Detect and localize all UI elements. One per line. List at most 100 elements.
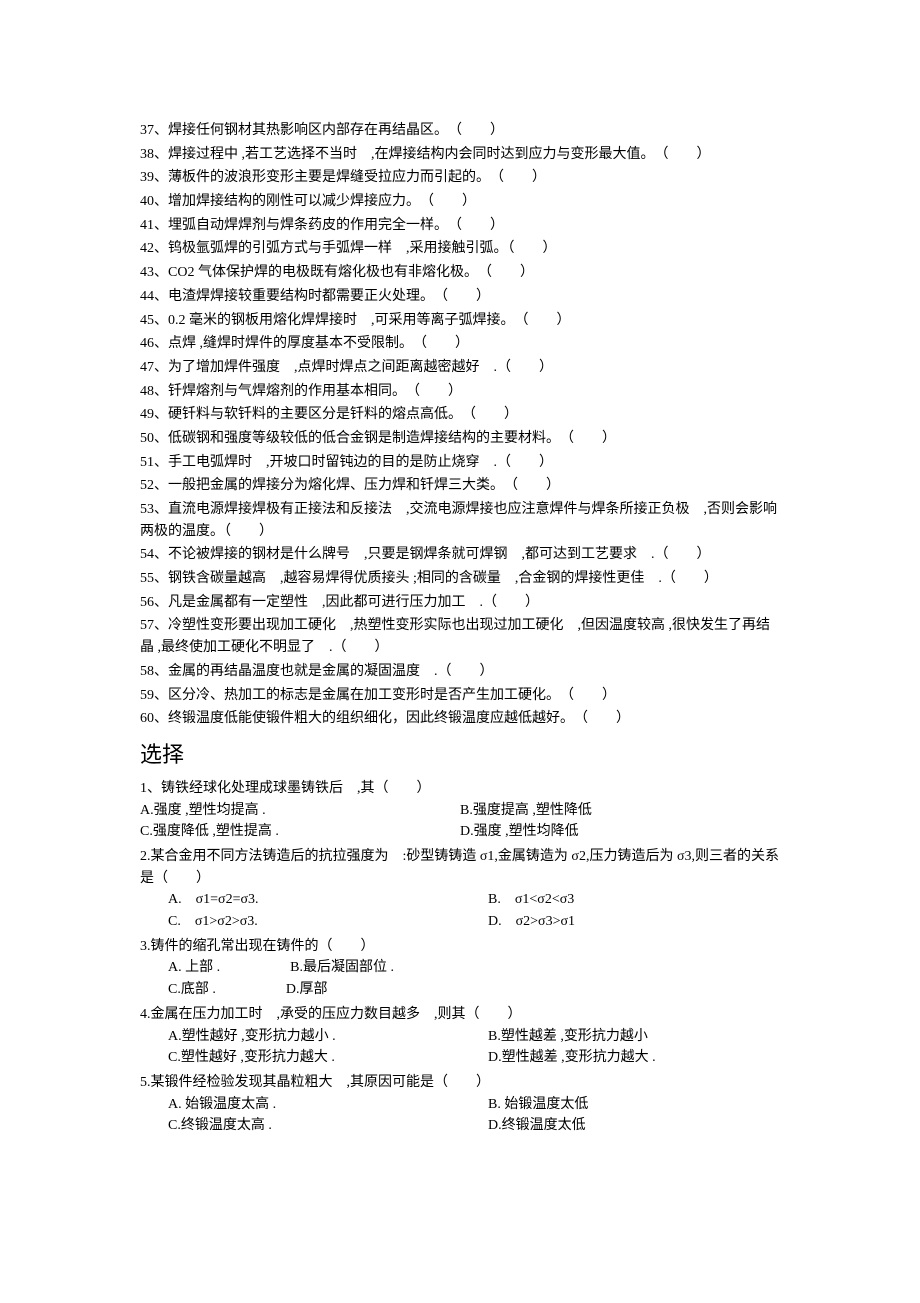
tf-item-sep: 、 <box>154 360 168 375</box>
mc-option: A. 始锻温度太高 . <box>140 1094 460 1116</box>
tf-item-text: 钎焊熔剂与气焊熔剂的作用基本相同。 （ ） <box>168 384 462 399</box>
tf-item: 49、硬钎料与软钎料的主要区分是钎料的熔点高低。 （ ） <box>140 404 780 426</box>
mc-options: A. 始锻温度太高 .B. 始锻温度太低C.终锻温度太高 .D.终锻温度太低 <box>140 1094 780 1137</box>
tf-item: 38、焊接过程中 ,若工艺选择不当时 ,在焊接结构内会同时达到应力与变形最大值。… <box>140 144 780 166</box>
tf-item-text: 区分冷、热加工的标志是金属在加工变形时是否产生加工硬化。 （ ） <box>168 688 616 703</box>
tf-item-sep: 、 <box>154 455 168 470</box>
mc-option: A. σ1=σ2=σ3. <box>140 889 460 911</box>
tf-item-sep: 、 <box>154 265 168 280</box>
tf-item-number: 55 <box>140 571 154 586</box>
tf-item: 58、金属的再结晶温度也就是金属的凝固温度 .（ ） <box>140 661 780 683</box>
tf-item-sep: 、 <box>154 711 168 726</box>
mc-option: B. 始锻温度太低 <box>460 1094 780 1116</box>
tf-item-text: 焊接过程中 ,若工艺选择不当时 ,在焊接结构内会同时达到应力与变形最大值。 （ … <box>168 147 711 162</box>
tf-item-text: 不论被焊接的钢材是什么牌号 ,只要是钢焊条就可焊钢 ,都可达到工艺要求 .（ ） <box>168 547 711 562</box>
tf-item-sep: 、 <box>154 618 168 633</box>
tf-item: 51、手工电弧焊时 ,开坡口时留钝边的目的是防止烧穿 .（ ） <box>140 452 780 474</box>
mc-option: C.强度降低 ,塑性提高 . <box>140 821 460 843</box>
mc-option: C. σ1>σ2>σ3. <box>140 911 460 933</box>
tf-item-number: 47 <box>140 360 154 375</box>
mc-option: D. σ2>σ3>σ1 <box>460 911 780 933</box>
mc-option: B.强度提高 ,塑性降低 <box>460 800 780 822</box>
tf-item-number: 51 <box>140 455 154 470</box>
tf-item-sep: 、 <box>154 664 168 679</box>
tf-item: 44、电渣焊焊接较重要结构时都需要正火处理。 （ ） <box>140 286 780 308</box>
tf-item-text: 直流电源焊接焊极有正接法和反接法 ,交流电源焊接也应注意焊件与焊条所接正负极 ,… <box>140 502 777 539</box>
tf-item-text: 金属的再结晶温度也就是金属的凝固温度 .（ ） <box>168 664 494 679</box>
tf-item-text: 一般把金属的焊接分为熔化焊、压力焊和钎焊三大类。 （ ） <box>168 478 560 493</box>
tf-item-number: 44 <box>140 289 154 304</box>
tf-item-text: 冷塑性变形要出现加工硬化 ,热塑性变形实际也出现过加工硬化 ,但因温度较高 ,很… <box>140 618 770 655</box>
tf-item: 59、区分冷、热加工的标志是金属在加工变形时是否产生加工硬化。 （ ） <box>140 685 780 707</box>
tf-item-number: 48 <box>140 384 154 399</box>
tf-item: 42、钨极氩弧焊的引弧方式与手弧焊一样 ,采用接触引弧。（ ） <box>140 238 780 260</box>
tf-item-text: 低碳钢和强度等级较低的低合金钢是制造焊接结构的主要材料。 （ ） <box>168 431 616 446</box>
tf-item: 57、冷塑性变形要出现加工硬化 ,热塑性变形实际也出现过加工硬化 ,但因温度较高… <box>140 615 780 658</box>
tf-item: 48、钎焊熔剂与气焊熔剂的作用基本相同。 （ ） <box>140 381 780 403</box>
tf-item-sep: 、 <box>154 123 168 138</box>
tf-item-text: 终锻温度低能使锻件粗大的组织细化，因此终锻温度应越低越好。 （ ） <box>168 711 630 726</box>
tf-item: 47、为了增加焊件强度 ,点焊时焊点之间距离越密越好 .（ ） <box>140 357 780 379</box>
tf-item-number: 52 <box>140 478 154 493</box>
tf-item-sep: 、 <box>154 147 168 162</box>
tf-item: 45、0.2 毫米的钢板用熔化焊焊接时 ,可采用等离子弧焊接。 （ ） <box>140 310 780 332</box>
tf-item: 56、凡是金属都有一定塑性 ,因此都可进行压力加工 .（ ） <box>140 592 780 614</box>
mc-stem: 1、铸铁经球化处理成球墨铸铁后 ,其（ ） <box>140 778 780 800</box>
tf-item-text: 钢铁含碳量越高 ,越容易焊得优质接头 ;相同的含碳量 ,合金钢的焊接性更佳 .（… <box>168 571 718 586</box>
tf-item-text: 为了增加焊件强度 ,点焊时焊点之间距离越密越好 .（ ） <box>168 360 553 375</box>
tf-item-text: 凡是金属都有一定塑性 ,因此都可进行压力加工 .（ ） <box>168 595 539 610</box>
page-container: 37、焊接任何钢材其热影响区内部存在再结晶区。 （ ）38、焊接过程中 ,若工艺… <box>0 0 920 1303</box>
tf-item-text: 电渣焊焊接较重要结构时都需要正火处理。 （ ） <box>168 289 490 304</box>
tf-item-number: 40 <box>140 194 154 209</box>
tf-item-number: 57 <box>140 618 154 633</box>
tf-item-number: 39 <box>140 170 154 185</box>
tf-item-sep: 、 <box>154 336 168 351</box>
tf-item: 60、终锻温度低能使锻件粗大的组织细化，因此终锻温度应越低越好。 （ ） <box>140 708 780 730</box>
multiple-choice-list: 1、铸铁经球化处理成球墨铸铁后 ,其（ ）A.强度 ,塑性均提高 .B.强度提高… <box>140 778 780 1137</box>
tf-item-number: 58 <box>140 664 154 679</box>
tf-item: 54、不论被焊接的钢材是什么牌号 ,只要是钢焊条就可焊钢 ,都可达到工艺要求 .… <box>140 544 780 566</box>
tf-item: 40、增加焊接结构的刚性可以减少焊接应力。 （ ） <box>140 191 780 213</box>
tf-item-number: 41 <box>140 218 154 233</box>
tf-item-text: 钨极氩弧焊的引弧方式与手弧焊一样 ,采用接触引弧。（ ） <box>168 241 557 256</box>
mc-options: A.强度 ,塑性均提高 .B.强度提高 ,塑性降低C.强度降低 ,塑性提高 .D… <box>140 800 780 843</box>
mc-option: A.强度 ,塑性均提高 . <box>140 800 460 822</box>
tf-item: 43、CO2 气体保护焊的电极既有熔化极也有非熔化极。 （ ） <box>140 262 780 284</box>
mc-option: D.强度 ,塑性均降低 <box>460 821 780 843</box>
tf-item-number: 42 <box>140 241 154 256</box>
tf-item-text: 薄板件的波浪形变形主要是焊缝受拉应力而引起的。 （ ） <box>168 170 546 185</box>
tf-item-number: 53 <box>140 502 154 517</box>
tf-item-number: 60 <box>140 711 154 726</box>
mc-option: D.塑性越差 ,变形抗力越大 . <box>460 1047 780 1069</box>
tf-item-sep: 、 <box>154 241 168 256</box>
tf-item-number: 38 <box>140 147 154 162</box>
tf-item-number: 43 <box>140 265 154 280</box>
tf-item-number: 46 <box>140 336 154 351</box>
tf-item: 37、焊接任何钢材其热影响区内部存在再结晶区。 （ ） <box>140 120 780 142</box>
tf-item-sep: 、 <box>154 218 168 233</box>
tf-item-sep: 、 <box>154 571 168 586</box>
tf-item-number: 54 <box>140 547 154 562</box>
tf-item-sep: 、 <box>154 502 168 517</box>
tf-item-text: 焊接任何钢材其热影响区内部存在再结晶区。 （ ） <box>168 123 504 138</box>
tf-item: 50、低碳钢和强度等级较低的低合金钢是制造焊接结构的主要材料。 （ ） <box>140 428 780 450</box>
true-false-list: 37、焊接任何钢材其热影响区内部存在再结晶区。 （ ）38、焊接过程中 ,若工艺… <box>140 120 780 730</box>
tf-item-number: 45 <box>140 313 154 328</box>
tf-item-number: 49 <box>140 407 154 422</box>
tf-item-text: CO2 气体保护焊的电极既有熔化极也有非熔化极。 （ ） <box>168 265 534 280</box>
tf-item: 55、钢铁含碳量越高 ,越容易焊得优质接头 ;相同的含碳量 ,合金钢的焊接性更佳… <box>140 568 780 590</box>
tf-item-sep: 、 <box>154 384 168 399</box>
mc-option: B.塑性越差 ,变形抗力越小 <box>460 1026 780 1048</box>
tf-item-sep: 、 <box>154 289 168 304</box>
mc-option: A. 上部 . B.最后凝固部位 . <box>140 957 780 979</box>
mc-option: D.终锻温度太低 <box>460 1115 780 1137</box>
tf-item-text: 埋弧自动焊焊剂与焊条药皮的作用完全一样。 （ ） <box>168 218 504 233</box>
tf-item-sep: 、 <box>154 431 168 446</box>
tf-item-text: 0.2 毫米的钢板用熔化焊焊接时 ,可采用等离子弧焊接。 （ ） <box>168 313 571 328</box>
tf-item-sep: 、 <box>154 547 168 562</box>
mc-option: A.塑性越好 ,变形抗力越小 . <box>140 1026 460 1048</box>
tf-item-number: 59 <box>140 688 154 703</box>
mc-stem: 5.某锻件经检验发现其晶粒粗大 ,其原因可能是（ ） <box>140 1072 780 1094</box>
tf-item-sep: 、 <box>154 313 168 328</box>
tf-item-sep: 、 <box>154 194 168 209</box>
